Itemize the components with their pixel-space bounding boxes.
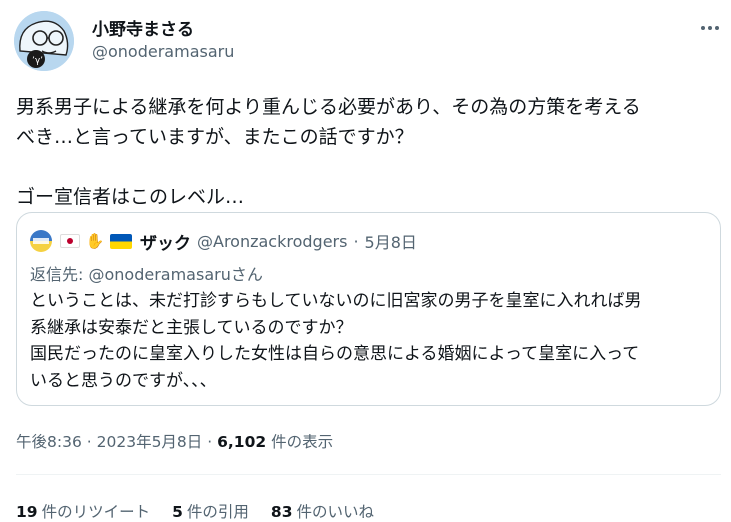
quotes-count: 5 — [172, 503, 183, 521]
reply-to-prefix: 返信先: — [30, 265, 89, 284]
handshake-icon: ✋ — [85, 232, 105, 250]
author-handle[interactable]: @onoderamasaru — [92, 42, 234, 61]
quoted-tweet[interactable]: ✋ ザック @Aronzackrodgers · 5月8日 返信先: @onod… — [16, 212, 721, 406]
quotes-stat[interactable]: 5 件の引用 — [172, 500, 249, 522]
likes-label: 件のいいね — [296, 503, 374, 521]
divider — [16, 474, 721, 475]
more-options-button[interactable] — [692, 14, 728, 42]
ukraine-flag-icon — [110, 233, 132, 249]
retweets-count: 19 — [16, 503, 38, 521]
quoted-tweet-date: 5月8日 — [364, 233, 417, 252]
quoted-tweet-header: ✋ ザック @Aronzackrodgers · 5月8日 — [30, 229, 417, 254]
tweet-text: 男系男子による継承を何より重んじる必要があり、その為の方策を考える べき…と言っ… — [16, 96, 641, 208]
author-avatar[interactable]: ’γ’ — [14, 11, 74, 71]
likes-stat[interactable]: 83 件のいいね — [271, 500, 374, 522]
views-count: 6,102 — [217, 433, 267, 451]
author-display-name[interactable]: 小野寺まさる — [92, 15, 194, 40]
retweets-label: 件のリツイート — [41, 503, 151, 521]
quoted-tweet-text: ということは、未だ打診すらもしていないのに旧宮家の男子を皇室に入れれば男 系継承… — [30, 291, 642, 391]
meta-separator: · — [207, 433, 213, 451]
tweet-date[interactable]: 2023年5月8日 — [97, 433, 203, 451]
reply-to-suffix: さん — [230, 265, 263, 284]
views-label: 件の表示 — [271, 433, 334, 451]
quoted-author-avatar[interactable] — [30, 230, 52, 252]
retweets-stat[interactable]: 19 件のリツイート — [16, 500, 150, 522]
caricature-avatar-icon: ’γ’ — [14, 11, 74, 71]
reply-to-line: 返信先: @onoderamasaruさん — [30, 261, 263, 285]
reply-to-mention[interactable]: @onoderamasaru — [88, 265, 230, 284]
quoted-author-handle: @Aronzackrodgers — [197, 231, 348, 251]
quoted-author-name: ザック — [140, 233, 191, 254]
likes-count: 83 — [270, 503, 293, 521]
quotes-label: 件の引用 — [186, 503, 249, 521]
stand-with-ukraine-avatar-icon — [30, 230, 52, 252]
engagement-stats: 19 件のリツイート 5 件の引用 83 件のいいね — [16, 500, 396, 522]
ellipsis-icon — [701, 26, 705, 30]
meta-separator: · — [86, 433, 92, 451]
tweet-meta-line: 午後8:36 · 2023年5月8日 · 6,102 件の表示 — [16, 430, 333, 452]
meta-separator: · — [353, 231, 359, 251]
svg-text:’γ’: ’γ’ — [32, 56, 43, 66]
japan-flag-icon — [60, 234, 80, 248]
tweet-time[interactable]: 午後8:36 — [16, 433, 82, 451]
